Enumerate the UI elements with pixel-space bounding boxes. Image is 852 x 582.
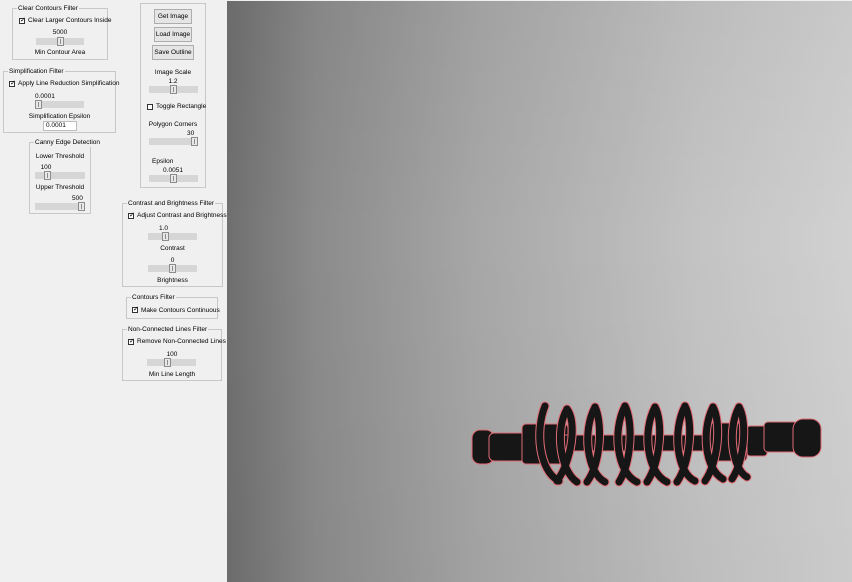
polygon-corners-slider[interactable] [149, 137, 198, 146]
brightness-label: Brightness [157, 277, 188, 284]
image-scale-label: Image Scale [154, 69, 192, 76]
make-contours-continuous-label[interactable]: Make Contours Continuous [141, 306, 220, 315]
brightness-thumb[interactable] [169, 264, 176, 273]
simplification-group: Simplification Filter Apply Line Reducti… [3, 67, 120, 133]
canny-title: Canny Edge Detection [34, 138, 102, 147]
simplification-epsilon-slider[interactable] [35, 100, 84, 109]
save-outline-button[interactable]: Save Outline [152, 45, 194, 60]
polygon-corners-thumb[interactable] [191, 137, 198, 146]
lower-threshold-slider[interactable] [35, 171, 85, 180]
upper-threshold-slider[interactable] [35, 202, 85, 211]
apply-line-reduction-checkbox[interactable] [9, 79, 16, 88]
contours-filter-title: Contours Filter [131, 293, 176, 302]
remove-nonconnected-label[interactable]: Remove Non-Connected Lines [137, 337, 226, 346]
min-line-length-value: 100 [166, 351, 178, 358]
simplification-epsilon-thumb[interactable] [35, 100, 42, 109]
adjust-contrast-label[interactable]: Adjust Contrast and Brightness [137, 211, 227, 220]
upper-threshold-thumb[interactable] [78, 202, 85, 211]
toggle-rectangle-label[interactable]: Toggle Rectangle [156, 102, 206, 111]
contrast-brightness-group: Contrast and Brightness Filter Adjust Co… [122, 199, 227, 287]
apply-line-reduction-label[interactable]: Apply Line Reduction Simplification [18, 79, 120, 88]
min-line-length-caption: Min Line Length [148, 371, 196, 378]
min-contour-area-value: 5000 [52, 29, 68, 36]
lower-threshold-label: Lower Threshold [35, 153, 85, 160]
clear-contours-group: Clear Contours Filter Clear Larger Conto… [12, 4, 111, 60]
clear-larger-contours-checkbox[interactable] [19, 16, 26, 25]
contours-filter-group: Contours Filter Make Contours Continuous [126, 293, 220, 319]
contrast-brightness-title: Contrast and Brightness Filter [127, 199, 215, 208]
adjust-contrast-checkbox[interactable] [128, 211, 135, 220]
clear-contours-title: Clear Contours Filter [17, 4, 79, 13]
nonconnected-title: Non-Connected Lines Filter [127, 325, 209, 334]
min-line-length-slider[interactable] [147, 358, 196, 367]
simplification-title: Simplification Filter [8, 67, 65, 76]
remove-nonconnected-checkbox[interactable] [128, 337, 135, 346]
image-scale-slider[interactable] [149, 85, 198, 94]
epsilon-thumb[interactable] [170, 174, 177, 183]
load-image-button[interactable]: Load Image [154, 27, 192, 42]
canny-group: Canny Edge Detection Lower Threshold 100… [29, 138, 102, 214]
nonconnected-group: Non-Connected Lines Filter Remove Non-Co… [122, 325, 226, 381]
simplification-epsilon-caption: Simplification Epsilon [28, 113, 91, 120]
brightness-slider[interactable] [148, 264, 197, 273]
image-controls-group: Get Image Load Image Save Outline Image … [140, 3, 206, 188]
shock-absorber-part [471, 401, 822, 487]
image-scale-thumb[interactable] [170, 85, 177, 94]
image-viewer[interactable] [227, 1, 852, 582]
contrast-thumb[interactable] [162, 232, 169, 241]
polygon-corners-label: Polygon Corners [148, 121, 198, 128]
min-line-length-thumb[interactable] [164, 358, 171, 367]
contrast-label: Contrast [160, 245, 185, 252]
min-contour-area-caption: Min Contour Area [34, 49, 86, 56]
epsilon-slider[interactable] [149, 174, 198, 183]
min-contour-area-thumb[interactable] [57, 37, 64, 46]
epsilon-label: Epsilon [152, 158, 174, 165]
get-image-button[interactable]: Get Image [154, 9, 192, 24]
shock-absorber-image [471, 401, 822, 487]
contrast-slider[interactable] [148, 232, 197, 241]
lower-threshold-thumb[interactable] [44, 171, 51, 180]
toggle-rectangle-checkbox[interactable] [147, 104, 153, 110]
make-contours-continuous-checkbox[interactable] [132, 305, 139, 314]
simplification-epsilon-entry[interactable]: 0.0001 [43, 121, 77, 131]
min-contour-area-slider[interactable] [36, 37, 84, 46]
upper-threshold-label: Upper Threshold [35, 184, 85, 191]
clear-larger-contours-label[interactable]: Clear Larger Contours Inside [28, 16, 111, 25]
